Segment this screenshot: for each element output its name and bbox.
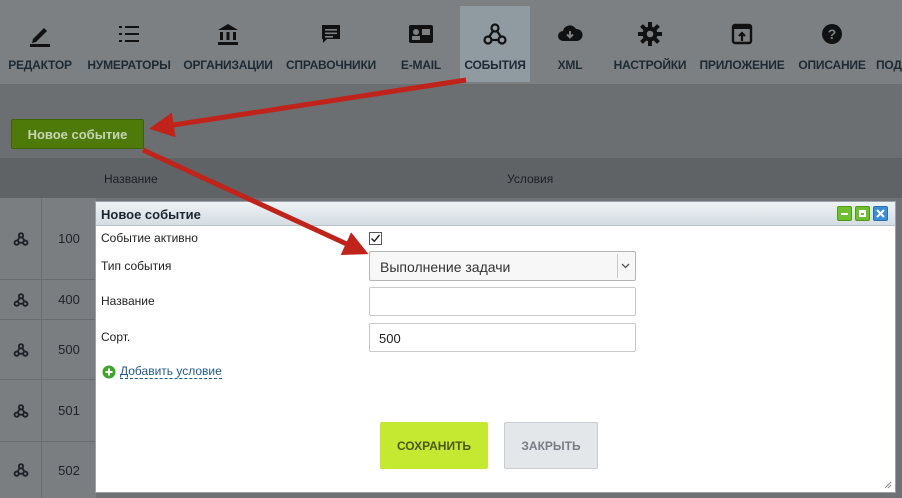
save-button[interactable]: СОХРАНИТЬ (380, 422, 488, 469)
toolbar-item-settings[interactable]: НАСТРОЙКИ (612, 0, 688, 84)
bank-icon (214, 20, 242, 48)
toolbar-item-events[interactable]: СОБЫТИЯ (460, 6, 530, 82)
toolbar-label: E-MAIL (400, 58, 442, 72)
toolbar-item-application[interactable]: ПРИЛОЖЕНИЕ (698, 0, 786, 84)
toolbar-label: ПРИЛОЖЕНИЕ (699, 58, 785, 72)
list-numbered-icon (115, 20, 143, 48)
toolbar-label: ОРГАНИЗАЦИИ (183, 58, 273, 72)
help-icon: ? (818, 20, 846, 48)
table-row[interactable]: 502 (0, 442, 96, 498)
row-sort: 400 (58, 292, 80, 307)
column-header-conditions: Условия (507, 172, 554, 186)
add-condition-label: Добавить условие (120, 364, 222, 379)
events-table: 100 400 500 501 502 (0, 198, 96, 498)
dialog-titlebar[interactable]: Новое событие (96, 202, 895, 226)
webhook-icon (0, 280, 42, 319)
sort-input-value: 500 (379, 331, 401, 346)
active-label: Событие активно (101, 231, 198, 245)
checkmark-icon (371, 234, 381, 243)
active-checkbox[interactable] (369, 232, 382, 245)
toolbar-item-organizations[interactable]: ОРГАНИЗАЦИИ (182, 0, 274, 84)
toolbar-item-xml[interactable]: XML (548, 0, 592, 84)
sort-label: Сорт. (101, 330, 131, 344)
table-row[interactable]: 500 (0, 320, 96, 380)
toolbar-item-more[interactable]: ПОД (876, 0, 902, 84)
row-sort: 100 (58, 231, 80, 246)
row-sort: 502 (58, 462, 80, 478)
webhook-icon (0, 380, 42, 441)
toolbar-label: НАСТРОЙКИ (613, 58, 687, 72)
svg-text:?: ? (828, 26, 837, 42)
open-in-app-icon (728, 20, 756, 48)
maximize-icon[interactable] (855, 206, 870, 221)
toolbar-item-email[interactable]: E-MAIL (394, 0, 448, 84)
event-type-value: Выполнение задачи (380, 259, 511, 275)
table-row[interactable]: 100 (0, 198, 96, 280)
close-button[interactable]: ЗАКРЫТЬ (504, 422, 598, 469)
toolbar-label: ОПИСАНИЕ (798, 58, 866, 72)
pencil-icon (26, 20, 54, 48)
webhook-icon (0, 198, 42, 279)
webhook-icon (0, 442, 42, 498)
toolbar-label: РЕДАКТОР (8, 58, 72, 72)
add-condition-link[interactable]: Добавить условие (102, 364, 222, 379)
toolbar-label: НУМЕРАТОРЫ (87, 58, 171, 72)
webhook-icon (0, 320, 42, 379)
toolbar-item-numerators[interactable]: НУМЕРАТОРЫ (84, 0, 174, 84)
sort-input[interactable]: 500 (369, 323, 636, 352)
close-icon[interactable] (873, 206, 888, 221)
toolbar-item-description[interactable]: ? ОПИСАНИЕ (796, 0, 868, 84)
row-sort: 501 (58, 403, 80, 418)
new-event-button[interactable]: Новое событие (11, 119, 144, 149)
resize-grip-icon[interactable] (883, 480, 892, 489)
column-header-name: Название (104, 172, 158, 186)
chevron-down-icon[interactable] (617, 254, 633, 278)
plus-circle-icon (102, 365, 116, 378)
minimize-icon[interactable] (837, 206, 852, 221)
gear-icon (636, 20, 664, 48)
event-type-label: Тип события (101, 259, 172, 273)
table-row[interactable]: 400 (0, 280, 96, 320)
cloud-download-icon (556, 20, 584, 48)
new-event-dialog: Новое событие Событие активно Тип событи… (95, 201, 896, 493)
toolbar-item-editor[interactable]: РЕДАКТОР (2, 0, 78, 84)
name-label: Название (101, 294, 155, 308)
webhook-icon (481, 20, 509, 48)
toolbar-item-directories[interactable]: СПРАВОЧНИКИ (284, 0, 378, 84)
comment-icon (317, 20, 345, 48)
event-type-select[interactable]: Выполнение задачи (369, 251, 636, 281)
toolbar-label: СПРАВОЧНИКИ (285, 58, 377, 72)
name-input[interactable] (369, 287, 636, 316)
toolbar-label: ПОД (876, 58, 902, 72)
dialog-title: Новое событие (101, 207, 201, 222)
contact-card-icon (407, 20, 435, 48)
table-row[interactable]: 501 (0, 380, 96, 442)
toolbar-label: СОБЫТИЯ (464, 58, 526, 72)
row-sort: 500 (58, 342, 80, 357)
toolbar-label: XML (557, 58, 583, 72)
